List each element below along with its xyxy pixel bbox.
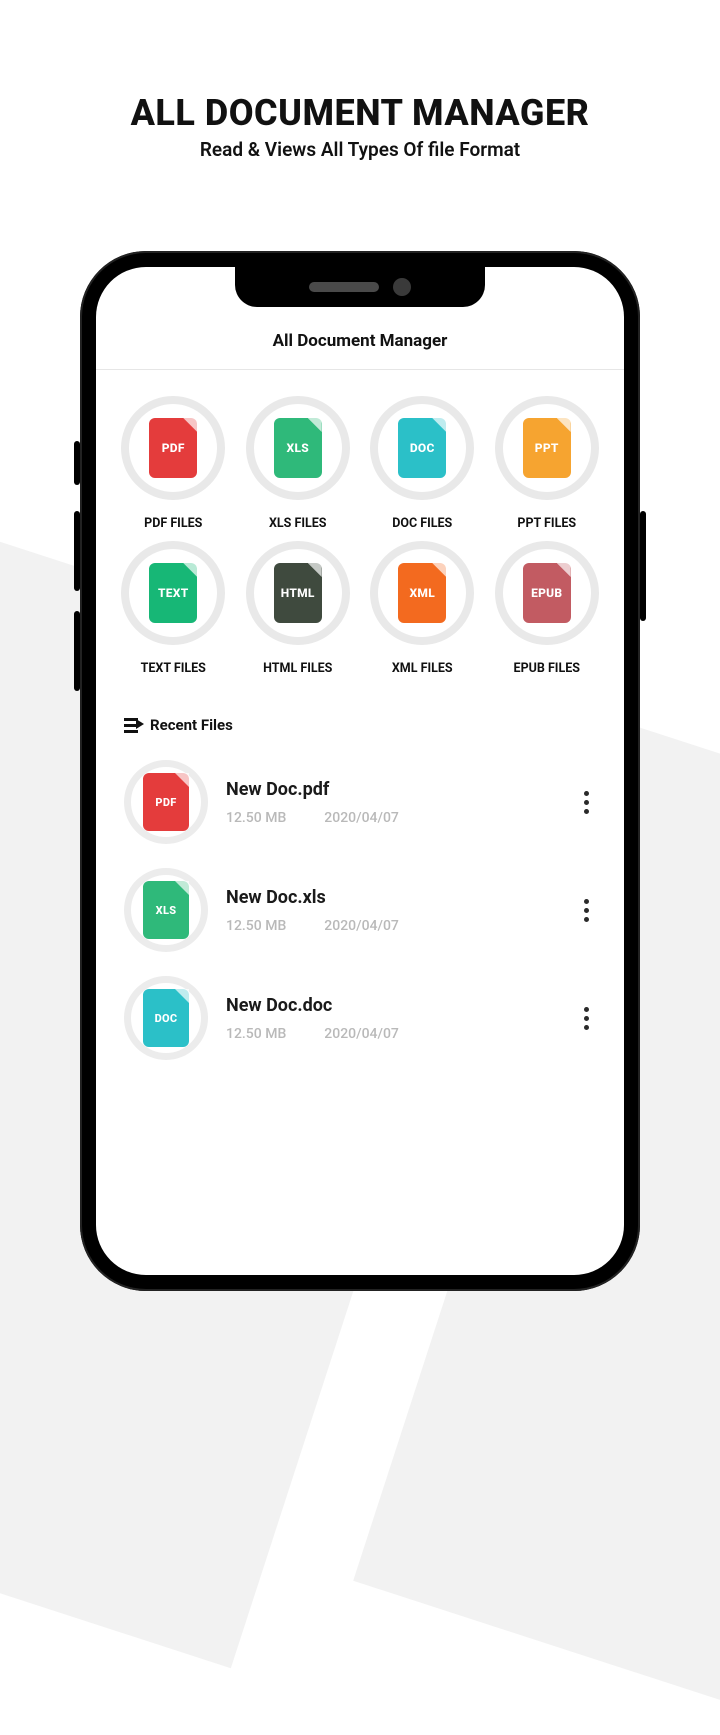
- more-options-icon[interactable]: [576, 791, 596, 814]
- category-ring: HTML: [246, 541, 350, 645]
- category-ring: TEXT: [121, 541, 225, 645]
- category-doc[interactable]: DOC DOC FILES: [363, 396, 482, 531]
- xls-file-icon: XLS: [143, 881, 189, 939]
- phone-frame: All Document Manager PDFPDF FILESXLSXLS …: [80, 251, 640, 1291]
- category-ring: XLS: [246, 396, 350, 500]
- more-options-icon[interactable]: [576, 1007, 596, 1030]
- category-pdf[interactable]: PDF PDF FILES: [114, 396, 233, 531]
- recent-files-list: PDF New Doc.pdf 12.50 MB 2020/04/07 XLS New D…: [96, 748, 624, 1072]
- file-date: 2020/04/07: [324, 918, 399, 934]
- recent-files-heading: Recent Files: [150, 716, 233, 734]
- phone-side-button: [74, 441, 80, 485]
- file-name: New Doc.xls: [226, 887, 558, 908]
- category-grid: PDFPDF FILESXLSXLS FILESDOCDOC FILESPPTP…: [96, 370, 624, 686]
- speaker-icon: [309, 282, 379, 292]
- category-ring: EPUB: [495, 541, 599, 645]
- file-ring: DOC: [124, 976, 208, 1060]
- promo-title: ALL DOCUMENT MANAGER: [0, 92, 720, 134]
- file-name: New Doc.doc: [226, 995, 558, 1016]
- file-info: New Doc.doc 12.50 MB 2020/04/07: [226, 995, 558, 1042]
- category-label: PPT FILES: [517, 516, 576, 531]
- xml-file-icon: XML: [398, 563, 446, 623]
- category-label: TEXT FILES: [141, 661, 206, 676]
- more-options-icon[interactable]: [576, 899, 596, 922]
- promo-subtitle: Read & Views All Types Of file Format: [0, 138, 720, 161]
- epub-file-icon: EPUB: [523, 563, 571, 623]
- category-label: XML FILES: [392, 661, 453, 676]
- category-label: DOC FILES: [392, 516, 452, 531]
- file-info: New Doc.xls 12.50 MB 2020/04/07: [226, 887, 558, 934]
- file-size: 12.50 MB: [226, 1026, 286, 1042]
- recent-files-header: Recent Files: [96, 686, 624, 748]
- category-label: PDF FILES: [144, 516, 202, 531]
- category-ring: PPT: [495, 396, 599, 500]
- phone-side-button: [74, 511, 80, 591]
- text-file-icon: TEXT: [149, 563, 197, 623]
- category-ring: XML: [370, 541, 474, 645]
- file-ring: XLS: [124, 868, 208, 952]
- category-html[interactable]: HTML HTML FILES: [239, 541, 358, 676]
- html-file-icon: HTML: [274, 563, 322, 623]
- recent-files-icon: [124, 718, 138, 733]
- category-ppt[interactable]: PPT PPT FILES: [488, 396, 607, 531]
- category-label: HTML FILES: [263, 661, 332, 676]
- phone-side-button: [640, 511, 646, 621]
- phone-screen: All Document Manager PDFPDF FILESXLSXLS …: [96, 267, 624, 1275]
- file-meta: 12.50 MB 2020/04/07: [226, 918, 558, 934]
- xls-file-icon: XLS: [274, 418, 322, 478]
- category-epub[interactable]: EPUB EPUB FILES: [488, 541, 607, 676]
- file-size: 12.50 MB: [226, 810, 286, 826]
- app-root: All Document Manager PDFPDF FILESXLSXLS …: [96, 267, 624, 1072]
- file-size: 12.50 MB: [226, 918, 286, 934]
- category-text[interactable]: TEXT TEXT FILES: [114, 541, 233, 676]
- file-row[interactable]: XLS New Doc.xls 12.50 MB 2020/04/07: [96, 856, 624, 964]
- doc-file-icon: DOC: [398, 418, 446, 478]
- phone-side-button: [74, 611, 80, 691]
- file-row[interactable]: PDF New Doc.pdf 12.50 MB 2020/04/07: [96, 748, 624, 856]
- category-label: XLS FILES: [269, 516, 327, 531]
- category-ring: DOC: [370, 396, 474, 500]
- file-info: New Doc.pdf 12.50 MB 2020/04/07: [226, 779, 558, 826]
- file-date: 2020/04/07: [324, 810, 399, 826]
- file-date: 2020/04/07: [324, 1026, 399, 1042]
- doc-file-icon: DOC: [143, 989, 189, 1047]
- file-meta: 12.50 MB 2020/04/07: [226, 1026, 558, 1042]
- pdf-file-icon: PDF: [149, 418, 197, 478]
- category-ring: PDF: [121, 396, 225, 500]
- ppt-file-icon: PPT: [523, 418, 571, 478]
- pdf-file-icon: PDF: [143, 773, 189, 831]
- file-name: New Doc.pdf: [226, 779, 558, 800]
- category-xml[interactable]: XML XML FILES: [363, 541, 482, 676]
- file-row[interactable]: DOC New Doc.doc 12.50 MB 2020/04/07: [96, 964, 624, 1072]
- file-ring: PDF: [124, 760, 208, 844]
- app-title: All Document Manager: [96, 323, 624, 369]
- category-xls[interactable]: XLS XLS FILES: [239, 396, 358, 531]
- promo-header: ALL DOCUMENT MANAGER Read & Views All Ty…: [0, 0, 720, 161]
- phone-notch: [235, 267, 485, 307]
- camera-icon: [393, 278, 411, 296]
- file-meta: 12.50 MB 2020/04/07: [226, 810, 558, 826]
- category-label: EPUB FILES: [514, 661, 580, 676]
